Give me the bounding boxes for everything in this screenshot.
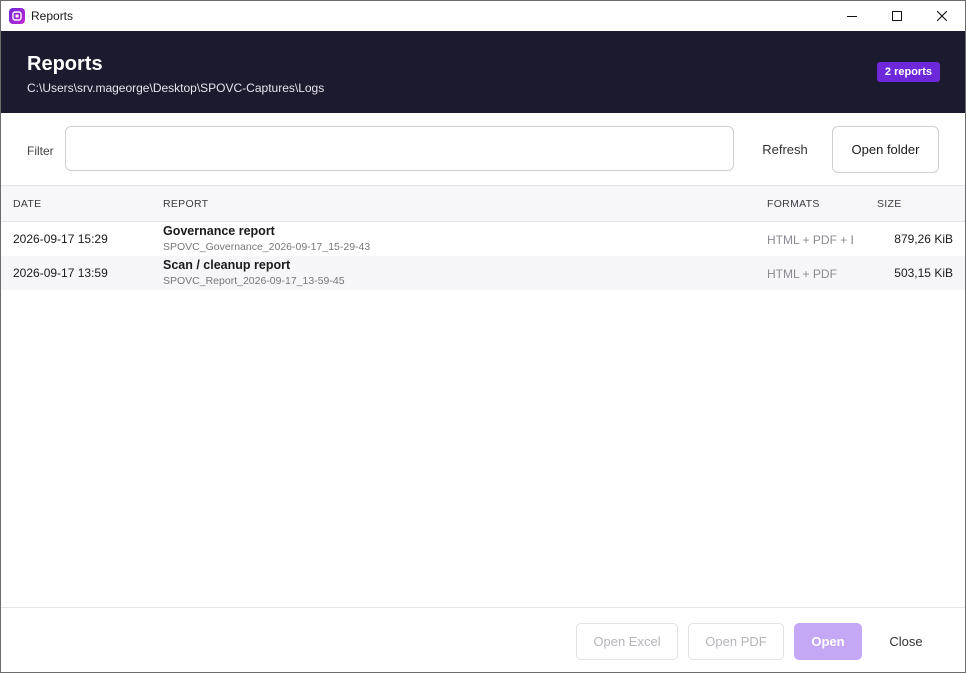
page-title: Reports (27, 53, 103, 75)
close-window-button[interactable] (919, 1, 965, 31)
filter-input[interactable] (65, 126, 734, 171)
report-size: 503,15 KiB (894, 266, 953, 280)
refresh-button[interactable]: Refresh (751, 126, 819, 173)
column-header-formats[interactable]: FORMATS (767, 198, 820, 210)
maximize-icon (892, 11, 902, 21)
footer-bar: Open Excel Open PDF Open Close (1, 607, 965, 672)
report-count-badge: 2 reports (876, 62, 940, 82)
folder-path: C:\Users\srv.mageorge\Desktop\SPOVC-Capt… (27, 81, 325, 95)
table-row[interactable]: 2026-09-17 13:59 Scan / cleanup report S… (1, 256, 965, 290)
report-date: 2026-09-17 13:59 (13, 266, 108, 280)
minimize-icon (847, 16, 857, 17)
close-icon (937, 11, 947, 21)
open-excel-button[interactable]: Open Excel (576, 623, 678, 660)
report-name: Scan / cleanup report (163, 258, 291, 272)
reports-window: Reports Reports C:\Users\srv.mageorge\De… (0, 0, 966, 673)
report-file-name: SPOVC_Report_2026-09-17_13-59-45 (163, 275, 345, 287)
table-row[interactable]: 2026-09-17 15:29 Governance report SPOVC… (1, 222, 965, 256)
report-size: 879,26 KiB (894, 232, 953, 246)
report-formats: HTML + PDF (767, 267, 837, 281)
open-pdf-button[interactable]: Open PDF (688, 623, 784, 660)
toolbar: Filter Refresh Open folder (1, 113, 965, 185)
table-header: DATE REPORT FORMATS SIZE (1, 186, 965, 222)
column-header-report[interactable]: REPORT (163, 198, 208, 210)
open-folder-button[interactable]: Open folder (832, 126, 939, 173)
title-bar: Reports (1, 1, 965, 31)
column-header-size[interactable]: SIZE (877, 198, 902, 210)
reports-table: DATE REPORT FORMATS SIZE 2026-09-17 15:2… (1, 185, 965, 608)
report-formats: HTML + PDF + Excel (767, 233, 853, 247)
close-button[interactable]: Close (873, 623, 939, 660)
window-title: Reports (31, 9, 74, 23)
open-button[interactable]: Open (794, 623, 862, 660)
maximize-button[interactable] (874, 1, 920, 31)
app-logo-icon (9, 8, 25, 24)
header-banner: Reports C:\Users\srv.mageorge\Desktop\SP… (1, 31, 965, 113)
filter-label: Filter (27, 144, 54, 158)
minimize-button[interactable] (829, 1, 875, 31)
report-name: Governance report (163, 224, 275, 238)
report-date: 2026-09-17 15:29 (13, 232, 108, 246)
column-header-date[interactable]: DATE (13, 198, 41, 210)
report-file-name: SPOVC_Governance_2026-09-17_15-29-43 (163, 241, 371, 253)
